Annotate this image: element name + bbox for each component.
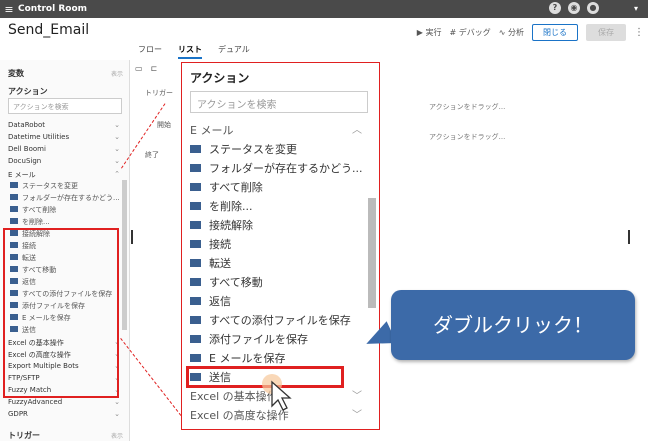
envelope-icon: [190, 202, 201, 210]
popup-action-item[interactable]: 転送: [190, 255, 362, 273]
popup-search-input[interactable]: アクションを検索: [190, 91, 368, 113]
popup-action-item[interactable]: 接続解除: [190, 217, 362, 235]
sidebar-category[interactable]: Datetime Utilities ⌄: [8, 133, 120, 141]
chevron-down-icon: ⌄: [114, 157, 120, 165]
canvas-resize-handle-left[interactable]: [131, 230, 133, 244]
chevron-down-icon: ⌄: [114, 121, 120, 129]
email-group-highlight: [3, 228, 119, 398]
envelope-icon: [190, 221, 201, 229]
popup-action-item[interactable]: ステータスを変更: [190, 141, 362, 159]
chevron-down-icon: ⌄: [114, 410, 120, 418]
envelope-icon: [10, 206, 18, 212]
mouse-cursor-icon: [262, 374, 292, 411]
sidebar-action-item[interactable]: を削除...: [10, 217, 122, 227]
envelope-icon: [190, 240, 201, 248]
popup-action-item[interactable]: 添付ファイルを保存: [190, 331, 362, 349]
canvas-end-label: 終了: [145, 151, 159, 159]
sidebar-category-email[interactable]: E メール ⌃: [8, 170, 120, 180]
popup-action-item[interactable]: 返信: [190, 293, 362, 311]
chevron-up-icon: ︿: [352, 125, 362, 136]
double-click-callout: ダブルクリック！: [391, 290, 635, 360]
help-icon[interactable]: ?: [548, 2, 561, 14]
popup-action-item[interactable]: すべて移動: [190, 274, 362, 292]
insert-icon[interactable]: ⊏: [151, 64, 158, 73]
sidebar-category[interactable]: DataRobot ⌄: [8, 121, 120, 129]
run-button[interactable]: ▶ 実行: [417, 27, 442, 38]
envelope-icon: [190, 278, 201, 286]
popup-scrollbar[interactable]: [368, 198, 376, 308]
sidebar-action-item[interactable]: フォルダーが存在するかどう...: [10, 193, 122, 203]
envelope-icon: [190, 164, 201, 172]
top-bar-icons: ? ◉ ● ▾: [548, 2, 638, 14]
sidebar-category[interactable]: FuzzyAdvanced ⌄: [8, 398, 120, 406]
header-actions: ▶ 実行 # デバッグ ∿ 分析 閉じる 保存 ⋮: [417, 24, 644, 41]
popup-action-item[interactable]: フォルダーが存在するかどう...: [190, 160, 362, 178]
chevron-down-icon: ﹀: [352, 391, 362, 402]
tab-list[interactable]: リスト: [178, 44, 202, 59]
page-title: Send_Email: [8, 22, 90, 38]
sidebar: 変数 表示 アクション アクションを検索 DataRobot ⌄ Datetime…: [0, 60, 130, 441]
sidebar-scrollbar[interactable]: [122, 180, 127, 330]
user-icon[interactable]: ●: [586, 2, 599, 14]
tab-dual[interactable]: デュアル: [218, 44, 250, 59]
envelope-icon: [10, 182, 18, 188]
sidebar-category[interactable]: Dell Boomi ⌄: [8, 145, 120, 153]
drop-hint: アクションをドラッグ...: [429, 133, 506, 141]
popup-action-item[interactable]: すべての添付ファイルを保存: [190, 312, 362, 330]
editor-header: Send_Email フロー リスト デュアル ▶ 実行 # デバッグ ∿ 分析…: [0, 18, 648, 59]
analyze-button[interactable]: ∿ 分析: [499, 27, 524, 38]
popup-action-item[interactable]: すべて削除: [190, 179, 362, 197]
sidebar-category[interactable]: GDPR ⌄: [8, 410, 120, 418]
envelope-icon: [190, 297, 201, 305]
save-button[interactable]: 保存: [586, 24, 626, 41]
tab-flow[interactable]: フロー: [138, 44, 162, 59]
sidebar-category[interactable]: DocuSign ⌄: [8, 157, 120, 165]
hamburger-icon[interactable]: ≡: [0, 3, 18, 16]
sidebar-search-input[interactable]: アクションを検索: [8, 98, 122, 114]
debug-button[interactable]: # デバッグ: [450, 27, 491, 38]
canvas-start-label: 開始: [157, 121, 171, 129]
envelope-icon: [190, 145, 201, 153]
popup-action-item[interactable]: 接続: [190, 236, 362, 254]
sidebar-action-item[interactable]: すべて削除: [10, 205, 122, 215]
trigger-toggle[interactable]: 表示: [111, 431, 123, 440]
chevron-down-icon: ⌄: [114, 145, 120, 153]
chevron-down-icon[interactable]: ▾: [634, 4, 638, 13]
popup-category-email[interactable]: E メール ︿: [190, 122, 362, 140]
globe-icon[interactable]: ◉: [567, 2, 580, 14]
chevron-down-icon: ﹀: [352, 410, 362, 421]
sidebar-action-item[interactable]: ステータスを変更: [10, 181, 122, 191]
app-title: Control Room: [18, 4, 88, 14]
chevron-down-icon: ⌄: [114, 133, 120, 141]
actions-heading: アクション: [8, 87, 48, 96]
canvas-trigger-label: トリガー: [145, 89, 173, 97]
popup-title: アクション: [190, 71, 250, 85]
canvas-toolbar: ▭ ⊏: [135, 64, 157, 73]
camera-icon[interactable]: ▭: [135, 64, 143, 73]
view-tabs: フロー リスト デュアル: [138, 44, 250, 59]
close-button[interactable]: 閉じる: [532, 24, 578, 41]
envelope-icon: [190, 335, 201, 343]
top-bar: ≡ Control Room ? ◉ ● ▾: [0, 0, 648, 18]
canvas-resize-handle-right[interactable]: [628, 230, 630, 244]
envelope-icon: [190, 183, 201, 191]
envelope-icon: [190, 259, 201, 267]
envelope-icon: [10, 194, 18, 200]
envelope-icon: [190, 316, 201, 324]
variables-heading: 変数: [8, 69, 24, 78]
variables-toggle[interactable]: 表示: [111, 69, 123, 78]
trigger-heading: トリガー: [8, 431, 40, 440]
popup-action-item[interactable]: を削除...: [190, 198, 362, 216]
envelope-icon: [10, 218, 18, 224]
chevron-down-icon: ⌄: [114, 398, 120, 406]
more-options-icon[interactable]: ⋮: [634, 27, 644, 38]
drop-hint: アクションをドラッグ...: [429, 103, 506, 111]
chevron-up-icon: ⌃: [114, 170, 120, 178]
envelope-icon: [190, 354, 201, 362]
